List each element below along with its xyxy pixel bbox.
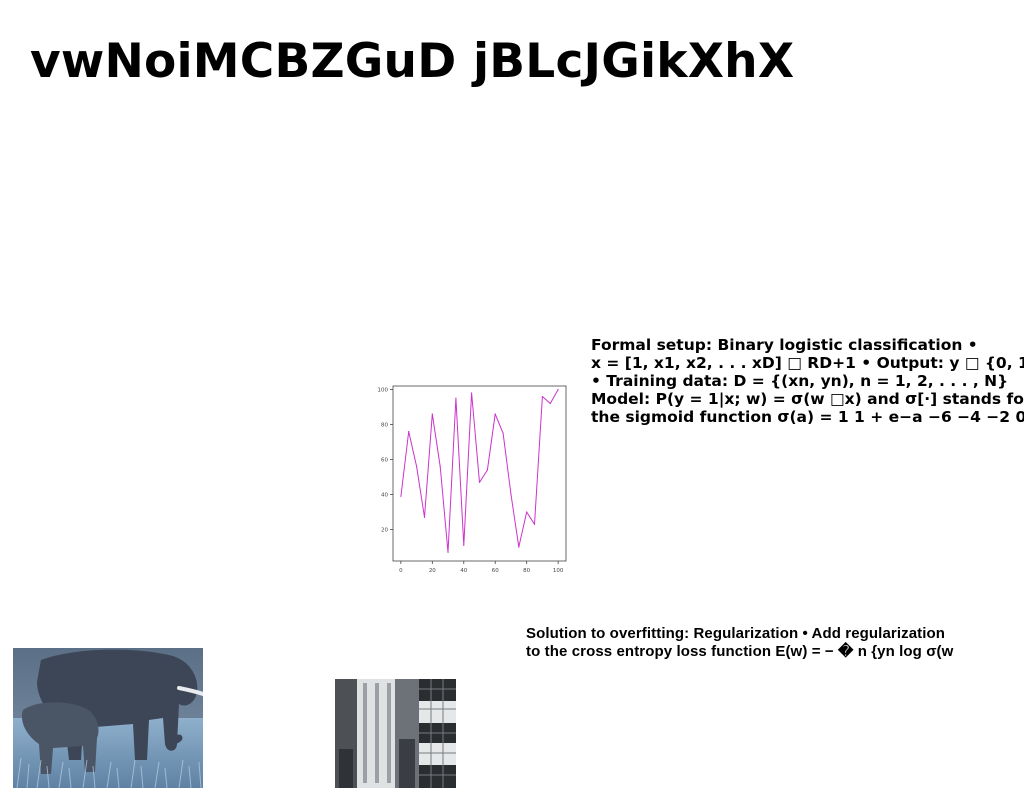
data-point bbox=[526, 511, 528, 513]
data-point bbox=[533, 523, 536, 525]
y-tick-label: 80 bbox=[381, 423, 388, 429]
y-tick-label: 100 bbox=[378, 388, 389, 394]
elephants-photo bbox=[13, 648, 203, 788]
building-photo bbox=[335, 679, 456, 788]
data-point bbox=[431, 413, 433, 415]
y-tick-label: 20 bbox=[381, 528, 388, 534]
x-tick-label: 60 bbox=[492, 568, 499, 574]
formal-setup-text: Formal setup: Binary logistic classifica… bbox=[591, 336, 1024, 426]
data-point bbox=[415, 465, 418, 468]
line-chart: 0 20 40 60 80 100 20 40 60 80 100 bbox=[366, 380, 572, 577]
data-point bbox=[541, 395, 544, 398]
data-point bbox=[557, 388, 559, 391]
x-tick-label: 0 bbox=[399, 568, 403, 574]
regularization-line: Solution to overfitting: Regularization … bbox=[526, 625, 946, 642]
regularization-line: to the cross entropy loss function E(w) … bbox=[526, 643, 954, 660]
data-point bbox=[486, 469, 488, 471]
formal-setup-line: Model: P(y = 1|x; w) = σ(w □x) and σ[·] … bbox=[591, 390, 1024, 408]
data-point bbox=[549, 402, 551, 405]
regularization-text: Solution to overfitting: Regularization … bbox=[526, 625, 1024, 661]
data-point bbox=[455, 397, 457, 399]
data-point bbox=[471, 392, 473, 394]
y-tick-label: 40 bbox=[381, 493, 388, 499]
formal-setup-line: x = [1, x1, x2, . . . xD] □ RD+1 • Outpu… bbox=[591, 354, 1024, 372]
line-chart-svg: 0 20 40 60 80 100 20 40 60 80 100 bbox=[378, 385, 567, 574]
data-point bbox=[439, 465, 441, 468]
x-tick-label: 80 bbox=[523, 568, 530, 574]
data-point bbox=[463, 544, 465, 546]
slide-title: vwNoiMCBZGuD jBLcJGikXhX bbox=[30, 34, 795, 89]
data-point bbox=[447, 551, 449, 553]
plot-frame bbox=[392, 385, 567, 562]
formal-setup-line: the sigmoid function σ(a) = 1 1 + e−a −6… bbox=[591, 408, 1024, 426]
x-tick-label: 100 bbox=[553, 568, 564, 574]
x-tick-label: 40 bbox=[460, 568, 467, 574]
formal-setup-line: • Training data: D = {(xn, yn), n = 1, 2… bbox=[591, 372, 1009, 390]
formal-setup-line: Formal setup: Binary logistic classifica… bbox=[591, 336, 978, 354]
data-point bbox=[518, 546, 520, 548]
data-point bbox=[494, 413, 496, 415]
x-tick-label: 20 bbox=[429, 568, 436, 574]
data-point bbox=[423, 516, 426, 518]
data-point bbox=[400, 495, 402, 497]
data-point bbox=[502, 432, 504, 434]
data-point bbox=[408, 430, 410, 433]
data-point bbox=[478, 481, 481, 483]
series-line bbox=[400, 389, 559, 553]
data-point bbox=[510, 493, 512, 496]
y-tick-label: 60 bbox=[381, 458, 388, 464]
